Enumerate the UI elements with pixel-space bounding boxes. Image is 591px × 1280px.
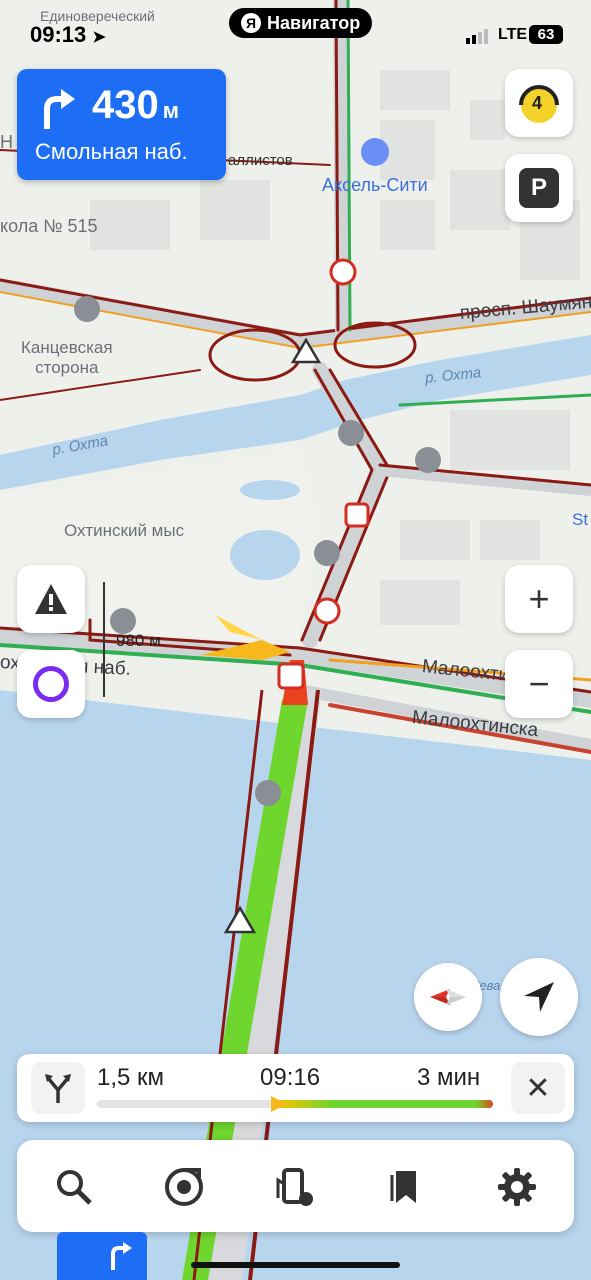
cape-label: Охтинский мыс [64, 521, 185, 540]
st-label: St [572, 510, 589, 529]
music-button[interactable] [159, 1162, 209, 1212]
music-icon [165, 1168, 203, 1206]
route-panel[interactable]: 1,5 км 09:16 3 мин ✕ [17, 1054, 574, 1122]
maneuver-distance: 430 м [92, 83, 180, 127]
minus-icon: − [528, 663, 550, 704]
next-maneuver-hint [57, 1232, 147, 1280]
zoom-out-button[interactable]: − [505, 650, 573, 718]
report-incident-button[interactable] [17, 565, 85, 633]
locate-me-button[interactable] [500, 958, 578, 1036]
bookmarks-button[interactable] [380, 1162, 430, 1212]
bookmark-icon [390, 1171, 416, 1203]
zoom-in-button[interactable]: + [505, 565, 573, 633]
route-fork-icon [45, 1074, 71, 1103]
maneuver-card[interactable]: 430 м Смольная наб. [17, 69, 226, 180]
letter-n-label: Н [0, 132, 13, 152]
status-bar: 09:13 ➤ Я Навигатор LTE 63 [0, 0, 591, 70]
school-label: кола № 515 [0, 216, 98, 236]
route-duration: 3 мин [417, 1064, 481, 1091]
fuel-icon [276, 1168, 313, 1206]
search-button[interactable] [49, 1162, 99, 1212]
maneuver-unit: м [162, 98, 180, 123]
speed-limit-value: 4 [532, 93, 543, 113]
close-icon: ✕ [525, 1071, 551, 1105]
close-route-button[interactable]: ✕ [511, 1062, 565, 1114]
route-progress-bar [97, 1100, 493, 1108]
alice-icon [33, 666, 69, 702]
back-to-app-pill[interactable]: Я Навигатор [229, 8, 373, 38]
alice-button[interactable] [17, 650, 85, 718]
signal-icon [466, 29, 488, 44]
district-label: Канцевская сторона [21, 338, 113, 377]
locate-arrow-icon [524, 982, 554, 1012]
bottom-toolbar [17, 1140, 574, 1232]
location-arrow-icon: ➤ [92, 29, 106, 46]
route-arrival-time: 09:16 [260, 1064, 321, 1091]
fuel-button[interactable] [270, 1162, 320, 1212]
parking-icon: P [519, 168, 559, 208]
distance-marker-label: 980 м [116, 631, 161, 650]
parking-button[interactable]: P [505, 154, 573, 222]
route-progress-marker-icon [271, 1096, 288, 1112]
plus-icon: + [528, 578, 550, 619]
maneuver-street: Смольная наб. [35, 139, 188, 164]
network-label: LTE [498, 26, 528, 43]
alternative-routes-button[interactable] [31, 1062, 85, 1114]
clock: 09:13 ➤ [30, 22, 106, 47]
search-icon [57, 1170, 92, 1205]
app-pill-title: Навигатор [267, 12, 361, 33]
compass-icon [430, 989, 466, 1005]
speed-divider [103, 582, 105, 697]
yandex-logo-icon: Я [241, 13, 261, 33]
turn-right-arrow-icon [44, 89, 75, 129]
gear-icon [498, 1168, 536, 1206]
street-label-top: аллистов [228, 152, 293, 169]
turn-right-small-icon [111, 1242, 132, 1270]
warning-icon [35, 584, 67, 614]
poi-label[interactable]: Аксель-Сити [322, 175, 428, 196]
route-progress-remaining [279, 1100, 493, 1108]
settings-button[interactable] [492, 1162, 542, 1212]
route-distance: 1,5 км [97, 1064, 165, 1091]
speed-limit-button[interactable]: 4 [505, 69, 573, 137]
battery-icon: 63 [529, 25, 563, 44]
home-indicator[interactable] [191, 1262, 400, 1268]
compass-button[interactable] [414, 963, 482, 1031]
